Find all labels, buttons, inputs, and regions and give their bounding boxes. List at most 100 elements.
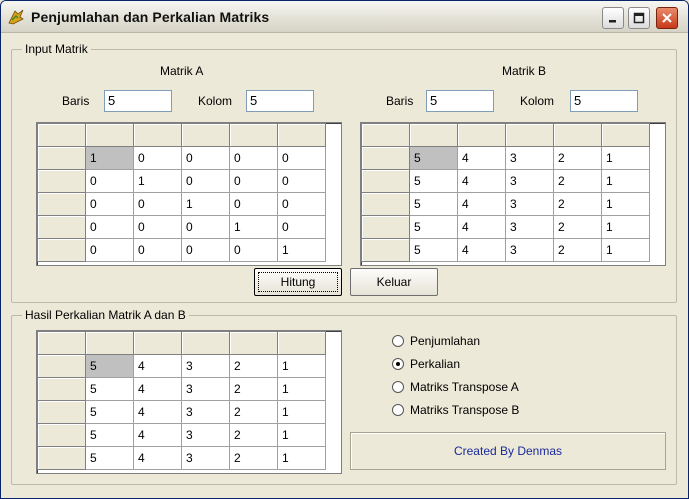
result-grid[interactable]: 5432154321543215432154321: [36, 330, 342, 474]
matrix-a-cell[interactable]: 0: [181, 215, 230, 239]
result-cell[interactable]: 1: [277, 354, 326, 378]
matrix-b-cell[interactable]: 2: [553, 215, 602, 239]
matrix-a-cell[interactable]: 0: [277, 146, 326, 170]
matrix-b-cell[interactable]: 1: [601, 146, 650, 170]
matrix-a-cell[interactable]: 0: [133, 215, 182, 239]
result-group-legend: Hasil Perkalian Matrik A dan B: [22, 308, 189, 322]
matrix-b-cell[interactable]: 5: [409, 146, 458, 170]
compute-button[interactable]: Hitung: [254, 268, 342, 296]
radio-button-icon[interactable]: [392, 404, 404, 416]
result-cell[interactable]: 3: [181, 400, 230, 424]
result-cell[interactable]: 3: [181, 446, 230, 470]
result-cell[interactable]: 5: [85, 400, 134, 424]
matrix-b-grid[interactable]: 5432154321543215432154321: [360, 122, 666, 266]
result-cell[interactable]: 1: [277, 423, 326, 447]
matrix-a-cell[interactable]: 0: [229, 238, 278, 262]
matrix-a-cols-label: Kolom: [198, 94, 233, 108]
title-bar[interactable]: Penjumlahan dan Perkalian Matriks: [1, 1, 688, 33]
matrix-b-cell[interactable]: 2: [553, 238, 602, 262]
matrix-b-cell[interactable]: 5: [409, 169, 458, 193]
matrix-b-cell[interactable]: 4: [457, 146, 506, 170]
matrix-b-cell[interactable]: 1: [601, 238, 650, 262]
matrix-a-cell[interactable]: 0: [229, 192, 278, 216]
matrix-b-rows-input[interactable]: 5: [426, 90, 494, 112]
radio-button-icon[interactable]: [392, 381, 404, 393]
matrix-a-cell[interactable]: 1: [229, 215, 278, 239]
operation-radio-0[interactable]: Penjumlahan: [392, 334, 480, 348]
matrix-b-cell[interactable]: 1: [601, 192, 650, 216]
result-cell[interactable]: 5: [85, 446, 134, 470]
matrix-a-cell[interactable]: 0: [85, 215, 134, 239]
matrix-a-cell[interactable]: 0: [133, 238, 182, 262]
operation-radio-2[interactable]: Matriks Transpose A: [392, 380, 519, 394]
matrix-b-cell[interactable]: 1: [601, 215, 650, 239]
result-cell[interactable]: 4: [133, 354, 182, 378]
matrix-a-cell[interactable]: 0: [277, 169, 326, 193]
matrix-a-cell[interactable]: 0: [181, 169, 230, 193]
matrix-a-grid[interactable]: 1000001000001000001000001: [36, 122, 342, 266]
matrix-a-cell[interactable]: 0: [277, 215, 326, 239]
result-cell[interactable]: 4: [133, 400, 182, 424]
maximize-button[interactable]: [628, 7, 650, 29]
matrix-b-cell[interactable]: 4: [457, 192, 506, 216]
matrix-b-cell[interactable]: 3: [505, 238, 554, 262]
matrix-a-cell[interactable]: 0: [133, 146, 182, 170]
matrix-b-cell[interactable]: 5: [409, 192, 458, 216]
result-cell[interactable]: 2: [229, 446, 278, 470]
result-cell[interactable]: 4: [133, 377, 182, 401]
result-cell[interactable]: 3: [181, 354, 230, 378]
close-button[interactable]: [656, 7, 678, 29]
matrix-a-cell[interactable]: 0: [229, 169, 278, 193]
result-header-cell: [85, 331, 134, 355]
matrix-b-cell[interactable]: 4: [457, 169, 506, 193]
matrix-b-cell[interactable]: 3: [505, 169, 554, 193]
matrix-b-cell[interactable]: 2: [553, 146, 602, 170]
matrix-a-rows-input[interactable]: 5: [104, 90, 172, 112]
matrix-b-cell[interactable]: 4: [457, 238, 506, 262]
matrix-a-cell[interactable]: 0: [229, 146, 278, 170]
matrix-b-cell[interactable]: 3: [505, 192, 554, 216]
matrix-a-cell[interactable]: 0: [277, 192, 326, 216]
matrix-a-cell[interactable]: 1: [277, 238, 326, 262]
result-cell[interactable]: 5: [85, 423, 134, 447]
matrix-b-table: 5432154321543215432154321: [361, 123, 650, 262]
result-cell[interactable]: 1: [277, 400, 326, 424]
result-cell[interactable]: 3: [181, 377, 230, 401]
result-cell[interactable]: 5: [85, 354, 134, 378]
matrix-a-cell[interactable]: 0: [133, 192, 182, 216]
matrix-a-cols-input[interactable]: 5: [246, 90, 314, 112]
matrix-a-cell[interactable]: 0: [85, 238, 134, 262]
result-cell[interactable]: 2: [229, 354, 278, 378]
matrix-b-cell[interactable]: 4: [457, 215, 506, 239]
radio-button-icon[interactable]: [392, 335, 404, 347]
result-cell[interactable]: 2: [229, 377, 278, 401]
minimize-button[interactable]: [602, 7, 624, 29]
radio-button-icon[interactable]: [392, 358, 404, 370]
result-cell[interactable]: 1: [277, 377, 326, 401]
matrix-a-cell[interactable]: 0: [181, 146, 230, 170]
matrix-a-cell[interactable]: 1: [181, 192, 230, 216]
result-cell[interactable]: 1: [277, 446, 326, 470]
matrix-a-cell[interactable]: 0: [181, 238, 230, 262]
result-cell[interactable]: 2: [229, 423, 278, 447]
result-cell[interactable]: 4: [133, 446, 182, 470]
result-cell[interactable]: 5: [85, 377, 134, 401]
result-cell[interactable]: 3: [181, 423, 230, 447]
matrix-a-cell[interactable]: 0: [85, 192, 134, 216]
matrix-b-cell[interactable]: 2: [553, 192, 602, 216]
matrix-a-cell[interactable]: 0: [85, 169, 134, 193]
result-cell[interactable]: 4: [133, 423, 182, 447]
matrix-a-cell[interactable]: 1: [85, 146, 134, 170]
matrix-b-cell[interactable]: 5: [409, 238, 458, 262]
matrix-b-cell[interactable]: 1: [601, 169, 650, 193]
matrix-a-cell[interactable]: 1: [133, 169, 182, 193]
matrix-b-cell[interactable]: 5: [409, 215, 458, 239]
operation-radio-1[interactable]: Perkalian: [392, 357, 460, 371]
operation-radio-3[interactable]: Matriks Transpose B: [392, 403, 519, 417]
exit-button[interactable]: Keluar: [350, 268, 438, 296]
matrix-b-cell[interactable]: 2: [553, 169, 602, 193]
matrix-b-cols-input[interactable]: 5: [570, 90, 638, 112]
matrix-b-cell[interactable]: 3: [505, 146, 554, 170]
result-cell[interactable]: 2: [229, 400, 278, 424]
matrix-b-cell[interactable]: 3: [505, 215, 554, 239]
